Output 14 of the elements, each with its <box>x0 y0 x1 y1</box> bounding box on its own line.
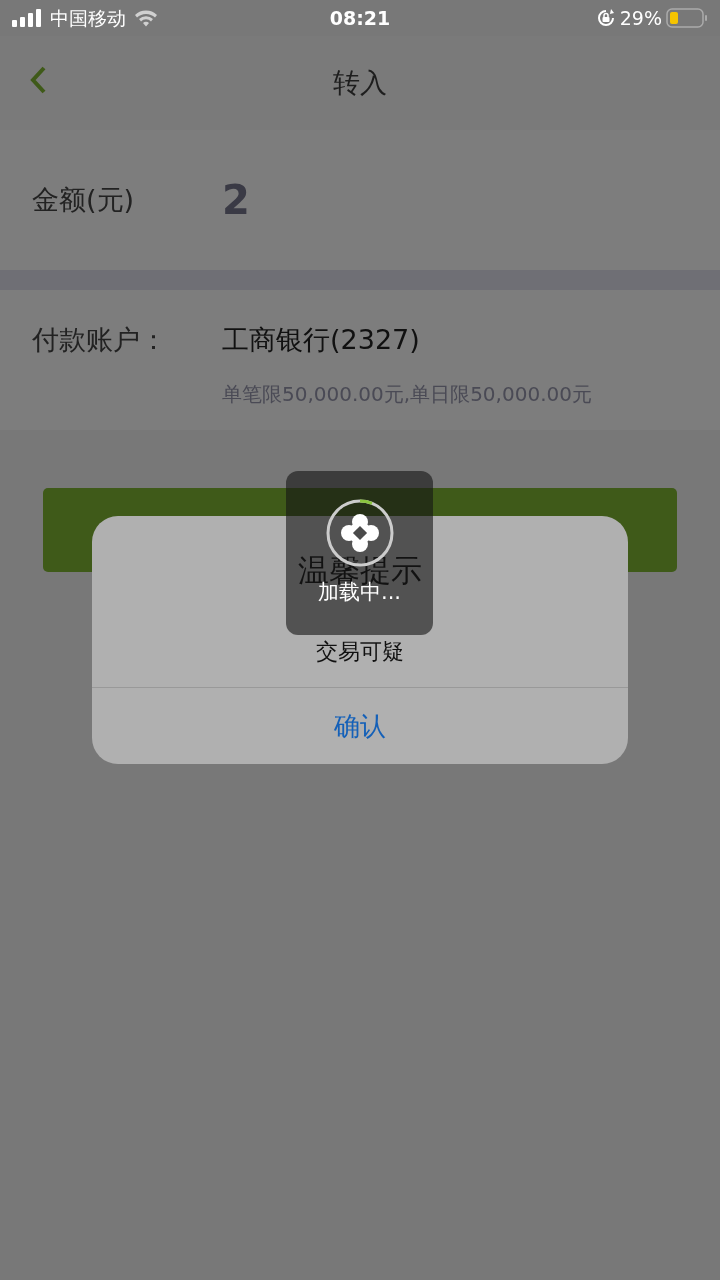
confirm-button[interactable]: 确认 <box>92 688 628 764</box>
dialog-message: 交易可疑 <box>315 638 405 666</box>
amount-label: 金额(元) <box>32 182 136 217</box>
carrier-name: 中国移动 <box>50 5 126 31</box>
clock-time: 08:21 <box>329 6 391 29</box>
account-value[interactable]: 工商银行(2327) <box>222 320 420 361</box>
amount-field[interactable]: 2 <box>222 170 250 230</box>
page-title: 转入 <box>333 65 387 100</box>
signal-icon <box>12 9 42 27</box>
account-label: 付款账户： <box>32 323 168 357</box>
battery-icon <box>666 8 708 28</box>
rotation-lock-icon <box>595 8 616 28</box>
battery-percent: 29% <box>619 5 662 31</box>
wifi-icon <box>134 9 158 27</box>
